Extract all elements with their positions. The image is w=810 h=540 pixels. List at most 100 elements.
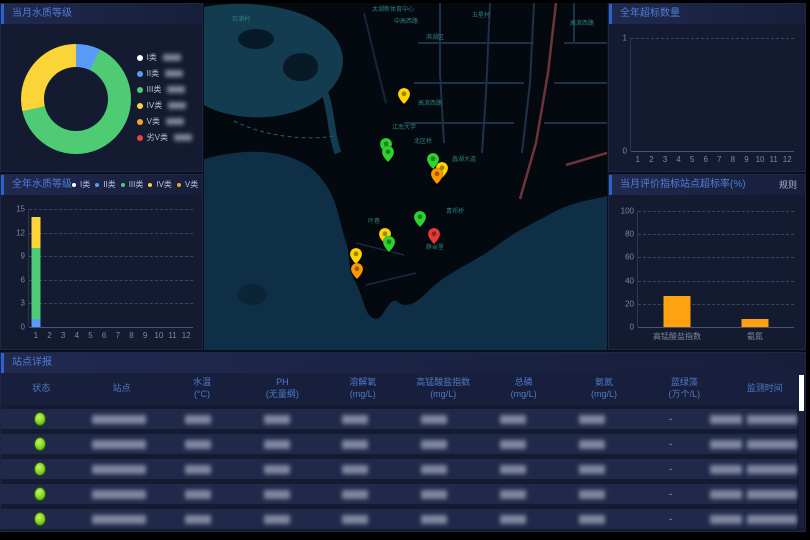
metric-cell bbox=[237, 515, 316, 524]
metric-cell bbox=[316, 490, 395, 499]
annual-exceed-chart[interactable]: 01123456789101112 bbox=[630, 38, 794, 151]
column-header: 总磷(mg/L) bbox=[483, 377, 563, 400]
monthly-rate-chart[interactable]: 020406080100高锰酸盐指数氨氮 bbox=[637, 211, 794, 327]
legend-item[interactable]: IV类 bbox=[137, 100, 192, 111]
redacted-value bbox=[500, 415, 526, 424]
redacted-value bbox=[421, 415, 447, 424]
table-row[interactable]: - bbox=[1, 459, 797, 479]
redacted-value bbox=[500, 465, 526, 474]
x-tick-label: 1 bbox=[636, 155, 640, 164]
gridline bbox=[631, 151, 794, 152]
legend-item[interactable]: V类 bbox=[137, 116, 192, 127]
water-grade-donut-chart[interactable] bbox=[21, 44, 131, 154]
table-row[interactable]: - bbox=[1, 484, 797, 504]
panel-monthly-rate-header: 当月评价指标站点超标率(%) 规则 bbox=[609, 175, 805, 195]
legend-item[interactable]: II类 bbox=[95, 176, 115, 194]
redacted-value bbox=[500, 490, 526, 499]
annual-grade-chart[interactable]: 03691215123456789101112 bbox=[28, 209, 193, 327]
legend-item[interactable]: I类 bbox=[137, 52, 192, 63]
table-scrollbar[interactable] bbox=[799, 374, 804, 528]
algae-value: - bbox=[669, 514, 672, 524]
legend-item[interactable]: II类 bbox=[137, 68, 192, 79]
x-tick-label: 7 bbox=[717, 155, 721, 164]
stacked-bar[interactable] bbox=[100, 209, 109, 327]
gridline bbox=[638, 281, 794, 282]
redacted-value bbox=[92, 490, 146, 499]
y-tick-label: 0 bbox=[630, 323, 634, 332]
stacked-bar[interactable] bbox=[168, 209, 177, 327]
redacted-value bbox=[185, 415, 211, 424]
stacked-bar[interactable] bbox=[31, 209, 40, 327]
redacted-value bbox=[747, 490, 797, 499]
map-place-label: 青祁桥 bbox=[446, 207, 464, 215]
bar[interactable] bbox=[742, 319, 769, 327]
stacked-bar[interactable] bbox=[182, 209, 191, 327]
stacked-bar[interactable] bbox=[113, 209, 122, 327]
metric-cell bbox=[159, 415, 238, 424]
map-place-label: 滨湖区 bbox=[426, 33, 444, 41]
status-cell bbox=[1, 487, 80, 501]
table-column-header: 状态站点水温(°C)PH(无量纲)溶解氧(mg/L)高锰酸盐指数(mg/L)总磷… bbox=[1, 373, 805, 405]
stacked-bar[interactable] bbox=[154, 209, 163, 327]
algae-value: - bbox=[669, 464, 672, 474]
rules-button[interactable]: 规则 bbox=[779, 176, 797, 194]
legend-item[interactable]: 劣V类 bbox=[137, 132, 192, 143]
map[interactable]: 石浦村太湖新体育中心中高西路滨湖区五星村高浪西路高浪西路江南大学北区桥蠡湖大道青… bbox=[204, 3, 607, 350]
status-ok-icon bbox=[34, 437, 46, 451]
table-scrollbar-thumb[interactable] bbox=[799, 375, 804, 411]
map-place-label: 五星村 bbox=[472, 11, 490, 19]
stacked-bar[interactable] bbox=[59, 209, 68, 327]
metric-cell bbox=[316, 440, 395, 449]
redacted-value bbox=[579, 515, 605, 524]
legend-label: IV类 bbox=[147, 100, 163, 111]
stacked-bar[interactable] bbox=[141, 209, 150, 327]
column-header: 监测时间 bbox=[725, 383, 805, 395]
x-tick-label: 9 bbox=[744, 155, 748, 164]
legend-dot-icon bbox=[95, 183, 99, 187]
redacted-value bbox=[747, 440, 797, 449]
stacked-bar[interactable] bbox=[86, 209, 95, 327]
algae-value: - bbox=[669, 414, 672, 424]
metric-cell bbox=[159, 440, 238, 449]
status-cell bbox=[1, 462, 80, 476]
panel-title: 全年水质等级 bbox=[12, 176, 72, 194]
legend-item[interactable]: IV类 bbox=[148, 176, 172, 194]
legend-item[interactable]: I类 bbox=[72, 176, 90, 194]
x-tick-label: 8 bbox=[731, 155, 735, 164]
status-cell bbox=[1, 512, 80, 526]
redacted-value bbox=[747, 415, 797, 424]
time-cell bbox=[710, 465, 797, 474]
x-tick-label: 9 bbox=[143, 331, 147, 340]
status-ok-icon bbox=[34, 462, 46, 476]
legend-item[interactable]: V类 bbox=[177, 176, 198, 194]
algae-value: - bbox=[669, 439, 672, 449]
y-tick-label: 60 bbox=[625, 253, 634, 262]
redacted-value bbox=[421, 490, 447, 499]
table-row[interactable]: - bbox=[1, 409, 797, 429]
legend-item[interactable]: III类 bbox=[121, 176, 144, 194]
stacked-bar[interactable] bbox=[45, 209, 54, 327]
x-tick-label: 2 bbox=[649, 155, 653, 164]
metric-cell bbox=[395, 515, 474, 524]
redacted-value bbox=[710, 440, 742, 449]
table-row[interactable]: - bbox=[1, 509, 797, 529]
stacked-bar[interactable] bbox=[127, 209, 136, 327]
bar[interactable] bbox=[664, 296, 691, 327]
legend-item[interactable]: III类 bbox=[137, 84, 192, 95]
metric-cell bbox=[237, 465, 316, 474]
table-row[interactable]: - bbox=[1, 434, 797, 454]
column-header: 高锰酸盐指数(mg/L) bbox=[403, 377, 483, 400]
metric-cell bbox=[552, 440, 631, 449]
redacted-value bbox=[710, 465, 742, 474]
redacted-value bbox=[710, 515, 742, 524]
redacted-value bbox=[92, 515, 146, 524]
stacked-bar[interactable] bbox=[72, 209, 81, 327]
metric-cell bbox=[316, 515, 395, 524]
redacted-value bbox=[421, 465, 447, 474]
map-place-label: 高浪西路 bbox=[570, 19, 594, 27]
legend-label: II类 bbox=[147, 68, 159, 79]
metric-cell bbox=[395, 415, 474, 424]
redacted-value bbox=[264, 515, 290, 524]
redacted-value bbox=[747, 465, 797, 474]
status-ok-icon bbox=[34, 412, 46, 426]
